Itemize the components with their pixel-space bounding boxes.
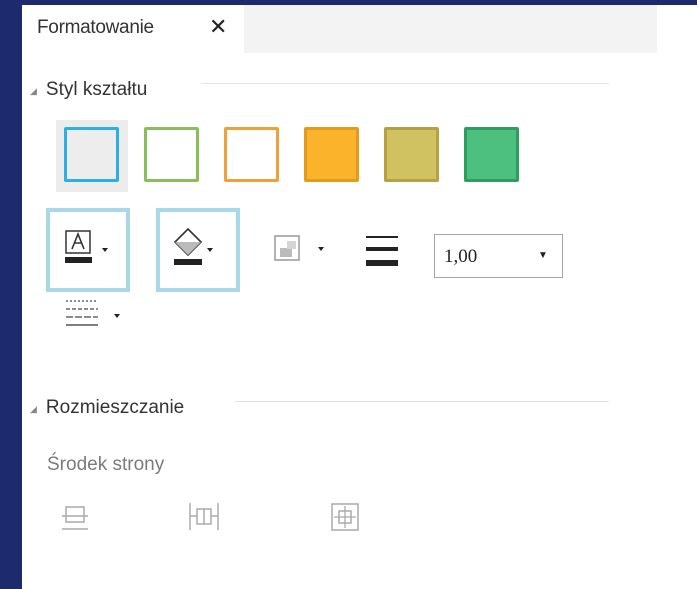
style-swatch-green-fill[interactable] — [464, 127, 519, 182]
tab-formatting[interactable]: Formatowanie ✕ — [22, 5, 244, 53]
font-color-icon — [65, 230, 108, 263]
section-header-arrange[interactable]: ◢ Rozmieszczanie — [30, 397, 184, 419]
line-width-value: 1,00 — [444, 246, 478, 267]
close-icon[interactable]: ✕ — [209, 14, 227, 40]
section-title: Styl kształtu — [45, 79, 148, 100]
section-title: Rozmieszczanie — [45, 397, 185, 418]
line-width-select[interactable]: 1,00 ▼ — [434, 234, 563, 278]
line-weight-icon — [366, 236, 398, 266]
center-both-button[interactable] — [328, 500, 362, 534]
align-center-both-icon — [331, 503, 359, 531]
chevron-down-icon: ▼ — [538, 250, 548, 261]
section-divider — [235, 401, 609, 402]
collapse-caret-icon[interactable]: ◢ — [30, 86, 37, 97]
page-center-label: Środek strony — [47, 454, 165, 475]
formatting-panel: Formatowanie ✕ ◢ Styl kształtu 1,00 ▼ ◢ … — [22, 5, 697, 589]
align-center-horizontal-icon — [189, 503, 219, 530]
style-swatch-light-blue[interactable] — [64, 127, 119, 182]
shadow-icon — [274, 235, 324, 261]
tab-label: Formatowanie — [37, 17, 154, 38]
style-swatch-olive-fill[interactable] — [384, 127, 439, 182]
fill-color-button[interactable] — [156, 208, 240, 292]
line-weight-button[interactable] — [362, 231, 402, 271]
style-swatch-orange-fill[interactable] — [304, 127, 359, 182]
line-dash-icon — [66, 300, 120, 326]
style-swatch-green-outline[interactable] — [144, 127, 199, 182]
shadow-effect-button[interactable] — [270, 231, 334, 267]
font-color-button[interactable] — [46, 208, 130, 292]
fill-bucket-icon — [173, 227, 213, 265]
section-header-shape-style[interactable]: ◢ Styl kształtu — [30, 79, 147, 101]
align-center-vertical-icon — [62, 506, 88, 530]
collapse-caret-icon[interactable]: ◢ — [30, 404, 37, 415]
center-vertical-button[interactable] — [58, 500, 92, 534]
tab-strip: Formatowanie ✕ — [22, 5, 657, 53]
line-dash-button[interactable] — [62, 295, 128, 335]
style-swatch-orange-outline[interactable] — [224, 127, 279, 182]
section-divider — [202, 83, 609, 84]
center-horizontal-button[interactable] — [186, 500, 224, 534]
